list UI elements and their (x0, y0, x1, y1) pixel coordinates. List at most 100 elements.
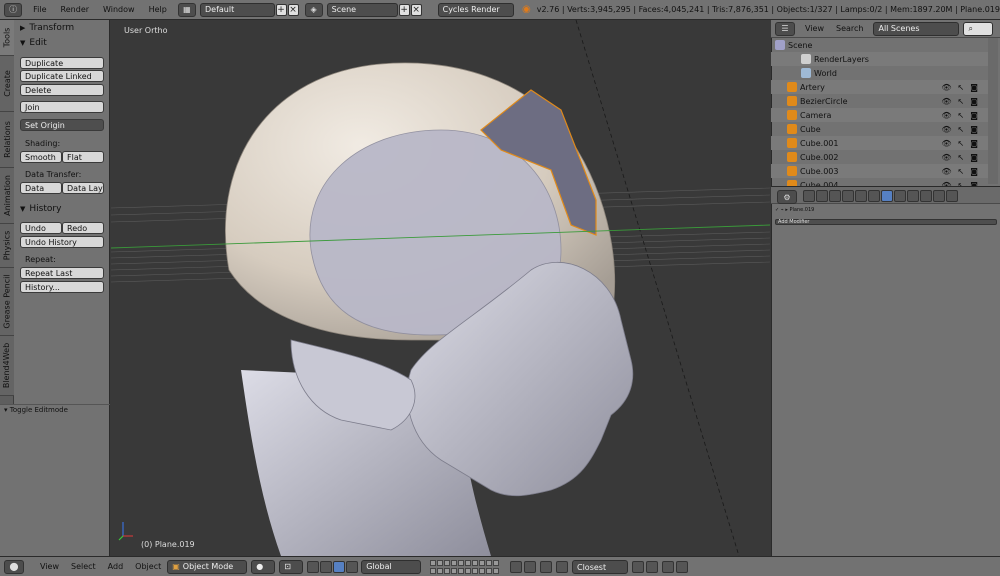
camera-icon[interactable]: ◙ (970, 167, 984, 176)
outliner-row[interactable]: Cube.002 👁↖◙ (771, 150, 988, 164)
duplicate-button[interactable]: Duplicate (20, 57, 104, 69)
render-engine-select[interactable]: Cycles Render (437, 2, 514, 17)
manipulator-toggle-icon[interactable] (307, 560, 320, 573)
outliner-row[interactable]: Scene (771, 38, 988, 52)
layer-lock-icon[interactable] (510, 561, 522, 573)
eye-icon[interactable]: 👁 (941, 167, 957, 176)
redo-button[interactable]: Redo (62, 222, 104, 234)
snap-project-icon[interactable] (646, 561, 658, 573)
add-modifier-dropdown[interactable]: Add Modifier (775, 219, 997, 225)
layer-button[interactable] (472, 560, 478, 566)
opengl-animation-icon[interactable] (676, 561, 688, 573)
snap-element-icon[interactable] (556, 561, 568, 573)
visibility-toggles[interactable]: 👁↖◙ (941, 83, 984, 92)
cursor-icon[interactable]: ↖ (958, 125, 971, 134)
tab-blend4web[interactable]: Blend4Web (0, 336, 14, 396)
eye-icon[interactable]: 👁 (941, 83, 957, 92)
outliner-row[interactable]: Camera 👁↖◙ (771, 108, 988, 122)
select-menu[interactable]: Select (65, 562, 102, 571)
layers-grid[interactable] (430, 560, 499, 574)
particles-tab-icon[interactable] (933, 190, 945, 202)
camera-icon[interactable]: ◙ (970, 139, 984, 148)
transform-panel-header[interactable]: ▶ Transform (16, 21, 107, 35)
layer-button[interactable] (458, 567, 464, 574)
visibility-toggles[interactable]: 👁↖◙ (941, 153, 984, 162)
scene-field[interactable]: Scene (326, 2, 398, 17)
outliner-row[interactable]: Cube.003 👁↖◙ (771, 164, 988, 178)
rotate-manipulator-icon[interactable] (333, 560, 346, 573)
set-origin-dropdown[interactable]: Set Origin (20, 119, 104, 131)
layer-button[interactable] (486, 567, 492, 574)
eye-icon[interactable]: 👁 (941, 111, 957, 120)
mode-select[interactable]: ▣ Object Mode (167, 559, 248, 574)
camera-icon[interactable]: ◙ (970, 111, 984, 120)
scene-icon[interactable]: ◈ (304, 2, 323, 17)
eye-icon[interactable]: 👁 (941, 139, 957, 148)
layer-button[interactable] (444, 567, 450, 574)
layer-button[interactable] (451, 560, 457, 566)
outliner-row[interactable]: World (771, 66, 988, 80)
object-menu[interactable]: Object (129, 562, 167, 571)
add-menu[interactable]: Add (102, 562, 130, 571)
3d-viewport[interactable]: User Ortho (0) Plane.019 (111, 20, 770, 556)
layer-button[interactable] (458, 560, 464, 566)
editor-type-3dview-icon[interactable]: ⬤ (4, 559, 24, 574)
texture-tab-icon[interactable] (920, 190, 932, 202)
outliner-view-menu[interactable]: View (799, 24, 830, 33)
layer-button[interactable] (430, 560, 436, 566)
layer-button[interactable] (465, 567, 471, 574)
visibility-toggles[interactable]: 👁↖◙ (941, 139, 984, 148)
layer-button[interactable] (437, 560, 443, 566)
cursor-icon[interactable]: ↖ (958, 97, 971, 106)
remove-scene-button[interactable]: × (410, 3, 422, 16)
snap-target-select[interactable]: Closest (572, 560, 628, 574)
data-layout-button[interactable]: Data Lay (62, 182, 104, 194)
tab-grease-pencil[interactable]: Grease Pencil (0, 268, 14, 336)
proportional-edit-icon[interactable] (524, 561, 536, 573)
opengl-render-icon[interactable] (662, 561, 674, 573)
cursor-icon[interactable]: ↖ (958, 111, 971, 120)
outliner-row[interactable]: BezierCircle 👁↖◙ (771, 94, 988, 108)
screen-layout-field[interactable]: Default (199, 2, 275, 17)
data-tab-icon[interactable] (894, 190, 906, 202)
repeat-last-button[interactable]: Repeat Last (20, 267, 104, 279)
constraints-tab-icon[interactable] (868, 190, 880, 202)
visibility-toggles[interactable]: 👁↖◙ (941, 167, 984, 176)
outliner-scrollbar[interactable] (988, 38, 998, 184)
snap-rotation-icon[interactable] (632, 561, 644, 573)
scale-manipulator-icon[interactable] (346, 560, 359, 573)
outliner-row[interactable]: Cube 👁↖◙ (771, 122, 988, 136)
cursor-icon[interactable]: ↖ (958, 139, 971, 148)
data-transfer-button[interactable]: Data (20, 182, 62, 194)
layer-button[interactable] (493, 560, 499, 566)
cursor-icon[interactable]: ↖ (958, 153, 971, 162)
render-tab-icon[interactable] (803, 190, 815, 202)
outliner-row[interactable]: RenderLayers (771, 52, 988, 66)
edit-panel-header[interactable]: ▼ Edit (16, 36, 107, 50)
outliner-search-field[interactable]: ⌕ (963, 21, 994, 36)
visibility-toggles[interactable]: 👁↖◙ (941, 97, 984, 106)
properties-editor-icon[interactable]: ⚙ (777, 190, 797, 204)
layer-button[interactable] (437, 567, 443, 574)
tab-relations[interactable]: Relations (0, 112, 14, 168)
outliner-row[interactable]: Cube.001 👁↖◙ (771, 136, 988, 150)
join-button[interactable]: Join (20, 101, 104, 113)
visibility-toggles[interactable]: 👁↖◙ (941, 125, 984, 134)
outliner-search-menu[interactable]: Search (830, 24, 869, 33)
tab-create[interactable]: Create (0, 56, 14, 112)
material-tab-icon[interactable] (907, 190, 919, 202)
menu-render[interactable]: Render (54, 5, 96, 14)
editor-type-info-icon[interactable]: ⓘ (4, 2, 23, 17)
translate-manipulator-icon[interactable] (320, 560, 333, 573)
cursor-icon[interactable]: ↖ (958, 167, 971, 176)
duplicate-linked-button[interactable]: Duplicate Linked (20, 70, 104, 82)
renderlayers-tab-icon[interactable] (816, 190, 828, 202)
view-menu[interactable]: View (34, 562, 65, 571)
menu-file[interactable]: File (26, 5, 53, 14)
layer-button[interactable] (451, 567, 457, 574)
undo-button[interactable]: Undo (20, 222, 62, 234)
delete-button[interactable]: Delete (20, 84, 104, 96)
physics-tab-icon[interactable] (946, 190, 958, 202)
visibility-toggles[interactable]: 👁↖◙ (941, 111, 984, 120)
menu-window[interactable]: Window (96, 5, 142, 14)
